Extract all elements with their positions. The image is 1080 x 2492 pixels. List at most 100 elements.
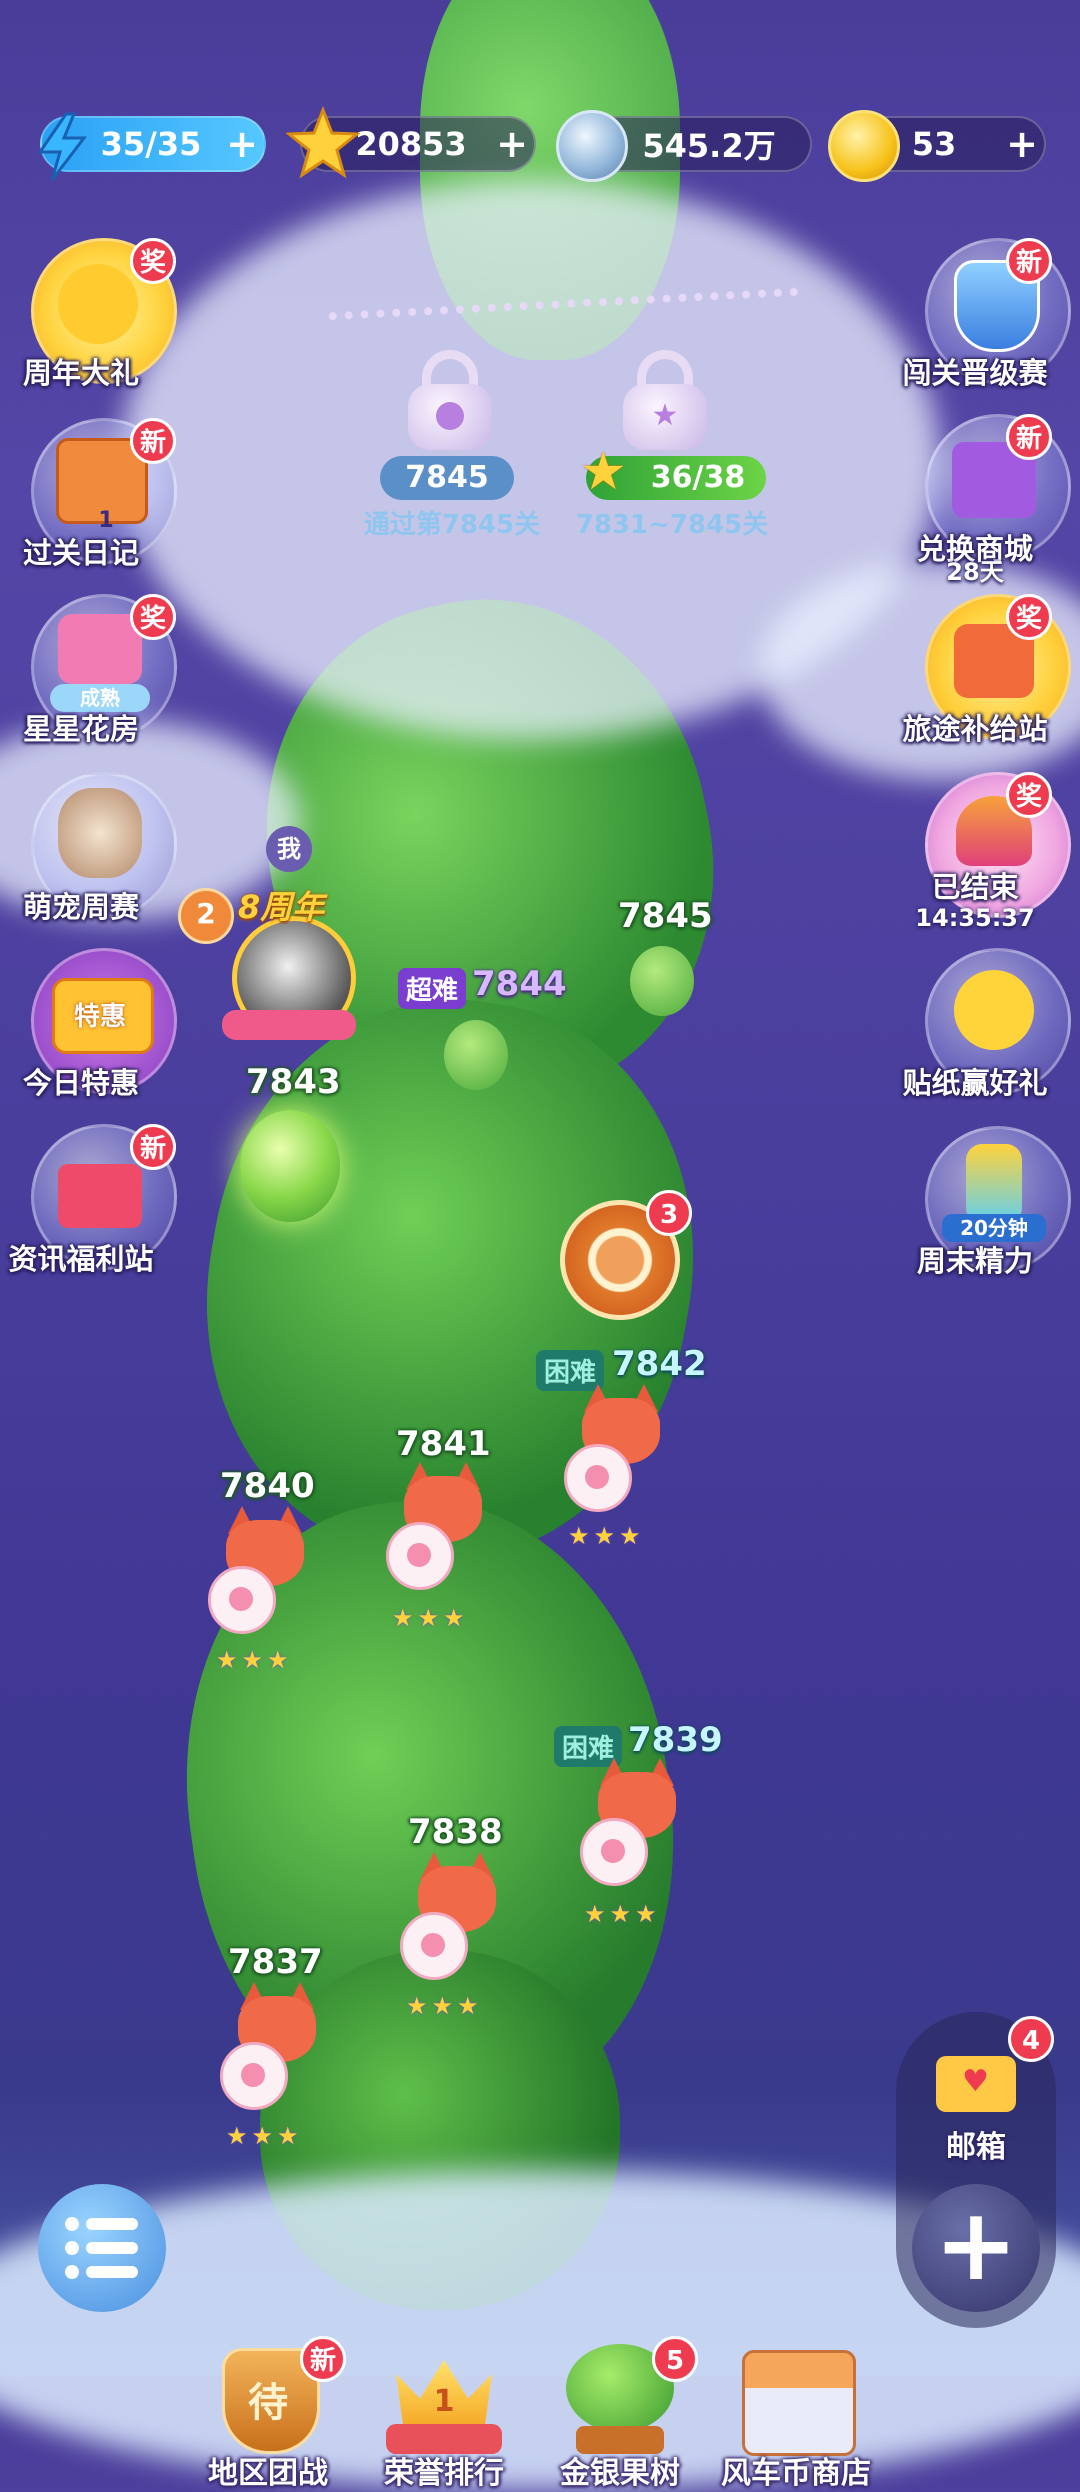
level-7843-node-current[interactable]	[240, 1110, 340, 1222]
level-7838-stars: ★★★	[406, 1992, 483, 2020]
level-7842-label: 7842	[612, 1344, 707, 1384]
star-greenhouse-label: 星星花房	[22, 712, 139, 746]
star-icon: ★	[580, 442, 627, 502]
fruit-tree-label: 金银果树	[560, 2456, 680, 2491]
level-7845-label: 7845	[618, 896, 713, 936]
envelope-icon: ♥	[936, 2056, 1016, 2112]
gold-bar[interactable]: 53 +	[828, 110, 1046, 182]
region-battle-icon-text: 待	[248, 2380, 288, 2426]
chick-icon	[58, 264, 138, 344]
level-7839-fox[interactable]	[580, 1758, 680, 1886]
add-button[interactable]: +	[912, 2184, 1040, 2312]
anniversary-frame-text: 8周年	[238, 888, 325, 926]
lock-progress-pill: ★ 36/38	[580, 442, 766, 502]
reward-badge: 奖	[130, 238, 176, 284]
list-icon	[65, 2217, 138, 2279]
level-7842-stars: ★★★	[568, 1522, 645, 1550]
gift-box-icon	[58, 1164, 142, 1228]
cat-icon	[58, 788, 142, 878]
travel-supply-label: 旅途补给站	[902, 712, 1048, 746]
sticker-prize-label: 贴纸赢好礼	[902, 1066, 1048, 1100]
gold-add-button[interactable]: +	[1000, 124, 1044, 164]
level-7839-label: 7839	[628, 1720, 723, 1760]
exchange-shop-days: 28天	[946, 558, 1004, 586]
level-7837-stars: ★★★	[226, 2122, 303, 2150]
lock-1[interactable]: 7845	[380, 330, 520, 530]
new-badge: 新	[1006, 238, 1052, 284]
exchange-shop-button[interactable]: 兑换商城 28天 新	[890, 414, 1071, 586]
honor-ranking-label: 荣誉排行	[384, 2456, 504, 2491]
windmill-shop-label: 风车币商店	[721, 2456, 871, 2491]
news-welfare-button[interactable]: 资讯福利站 新	[0, 1124, 177, 1294]
level-7844-label: 7844	[472, 964, 567, 1004]
lock-2-caption: 7831~7845关	[575, 510, 769, 540]
anniversary-gift-button[interactable]: 周年大礼 奖	[0, 238, 177, 408]
level-7844-difficulty: 超难	[398, 968, 467, 1009]
potion-bottle-icon	[966, 1144, 1022, 1224]
lock-level-pill: 7845	[380, 456, 514, 500]
news-welfare-label: 资讯福利站	[8, 1242, 154, 1276]
menu-button[interactable]	[38, 2184, 166, 2312]
coins-bar: 545.2万	[556, 110, 812, 182]
level-diary-button[interactable]: 1 过关日记 新	[0, 418, 177, 588]
level-promotion-button[interactable]: 闯关晋级赛 新	[890, 238, 1071, 408]
stars-bar[interactable]: 20853 +	[284, 105, 536, 179]
new-badge: 新	[130, 1124, 176, 1170]
reward-badge: 奖	[1006, 772, 1052, 818]
level-7840-label: 7840	[220, 1466, 315, 1506]
lock-1-caption: 通过第7845关	[363, 510, 541, 540]
lock-2[interactable]: ★ ★ 36/38	[578, 330, 768, 530]
reward-badge: 奖	[130, 594, 176, 640]
region-battle-label: 地区团战	[208, 2456, 328, 2491]
level-7837-label: 7837	[228, 1942, 323, 1982]
level-7842-fox[interactable]	[564, 1384, 664, 1512]
player-rank-badge: 2	[178, 888, 234, 944]
level-7838-fox[interactable]	[400, 1852, 500, 1980]
weekend-energy-label: 周末精力	[916, 1244, 1033, 1278]
ended-event-timer: 14:35:37	[915, 904, 1035, 932]
flower-house-icon	[58, 614, 142, 684]
level-7844-node[interactable]	[444, 1020, 508, 1090]
travel-supply-button[interactable]: 旅途补给站 奖	[890, 594, 1071, 764]
ended-event-label: 已结束	[931, 870, 1019, 904]
mailbox-label: 邮箱	[946, 2130, 1006, 2165]
pet-weekly-label: 萌宠周赛	[22, 890, 139, 924]
mailbox-badge: 4	[1008, 2016, 1054, 2062]
crown-rank-text: 1	[433, 2384, 455, 2419]
player-avatar[interactable]: 8周年	[214, 886, 364, 1046]
level-7843-label: 7843	[246, 1062, 341, 1102]
ended-event-button[interactable]: 已结束 14:35:37 奖	[890, 772, 1071, 942]
level-diary-label: 过关日记	[22, 536, 139, 570]
sticker-prize-button[interactable]: 贴纸赢好礼	[890, 948, 1071, 1118]
chick-icon	[954, 970, 1034, 1050]
level-promotion-label: 闯关晋级赛	[902, 356, 1048, 390]
pet-weekly-button[interactable]: 萌宠周赛	[0, 772, 177, 942]
level-7839-stars: ★★★	[584, 1900, 661, 1928]
level-7845-node[interactable]	[630, 946, 694, 1016]
silver-coin-icon	[556, 110, 628, 182]
gold-coin-icon	[828, 110, 900, 182]
daily-deal-tag: 特惠	[73, 1002, 126, 1032]
plus-icon: +	[934, 2186, 1018, 2303]
energy-add-button[interactable]: +	[220, 124, 264, 164]
star-greenhouse-button[interactable]: 成熟 星星花房 奖	[0, 594, 177, 764]
count-badge: 5	[652, 2336, 698, 2382]
new-badge: 新	[130, 418, 176, 464]
level-7841-label: 7841	[396, 1424, 491, 1464]
daily-deal-button[interactable]: 特惠 今日特惠	[0, 948, 177, 1118]
new-badge: 新	[300, 2336, 346, 2382]
level-7840-fox[interactable]	[208, 1506, 308, 1634]
reward-badge: 奖	[1006, 594, 1052, 640]
level-7838-label: 7838	[408, 1812, 503, 1852]
stars-add-button[interactable]: +	[490, 124, 534, 164]
lock-progress-text: 36/38	[650, 460, 746, 495]
level-7837-fox[interactable]	[220, 1982, 320, 2110]
padlock-icon: ★	[623, 350, 707, 450]
wheel-badge: 3	[646, 1190, 692, 1236]
padlock-icon	[408, 350, 492, 450]
me-tag: 我	[266, 826, 312, 872]
daily-deal-label: 今日特惠	[22, 1066, 139, 1100]
energy-bar[interactable]: 35/35 +	[37, 112, 266, 181]
weekend-energy-button[interactable]: 20分钟 周末精力	[890, 1126, 1071, 1296]
level-7841-fox[interactable]	[386, 1462, 486, 1590]
